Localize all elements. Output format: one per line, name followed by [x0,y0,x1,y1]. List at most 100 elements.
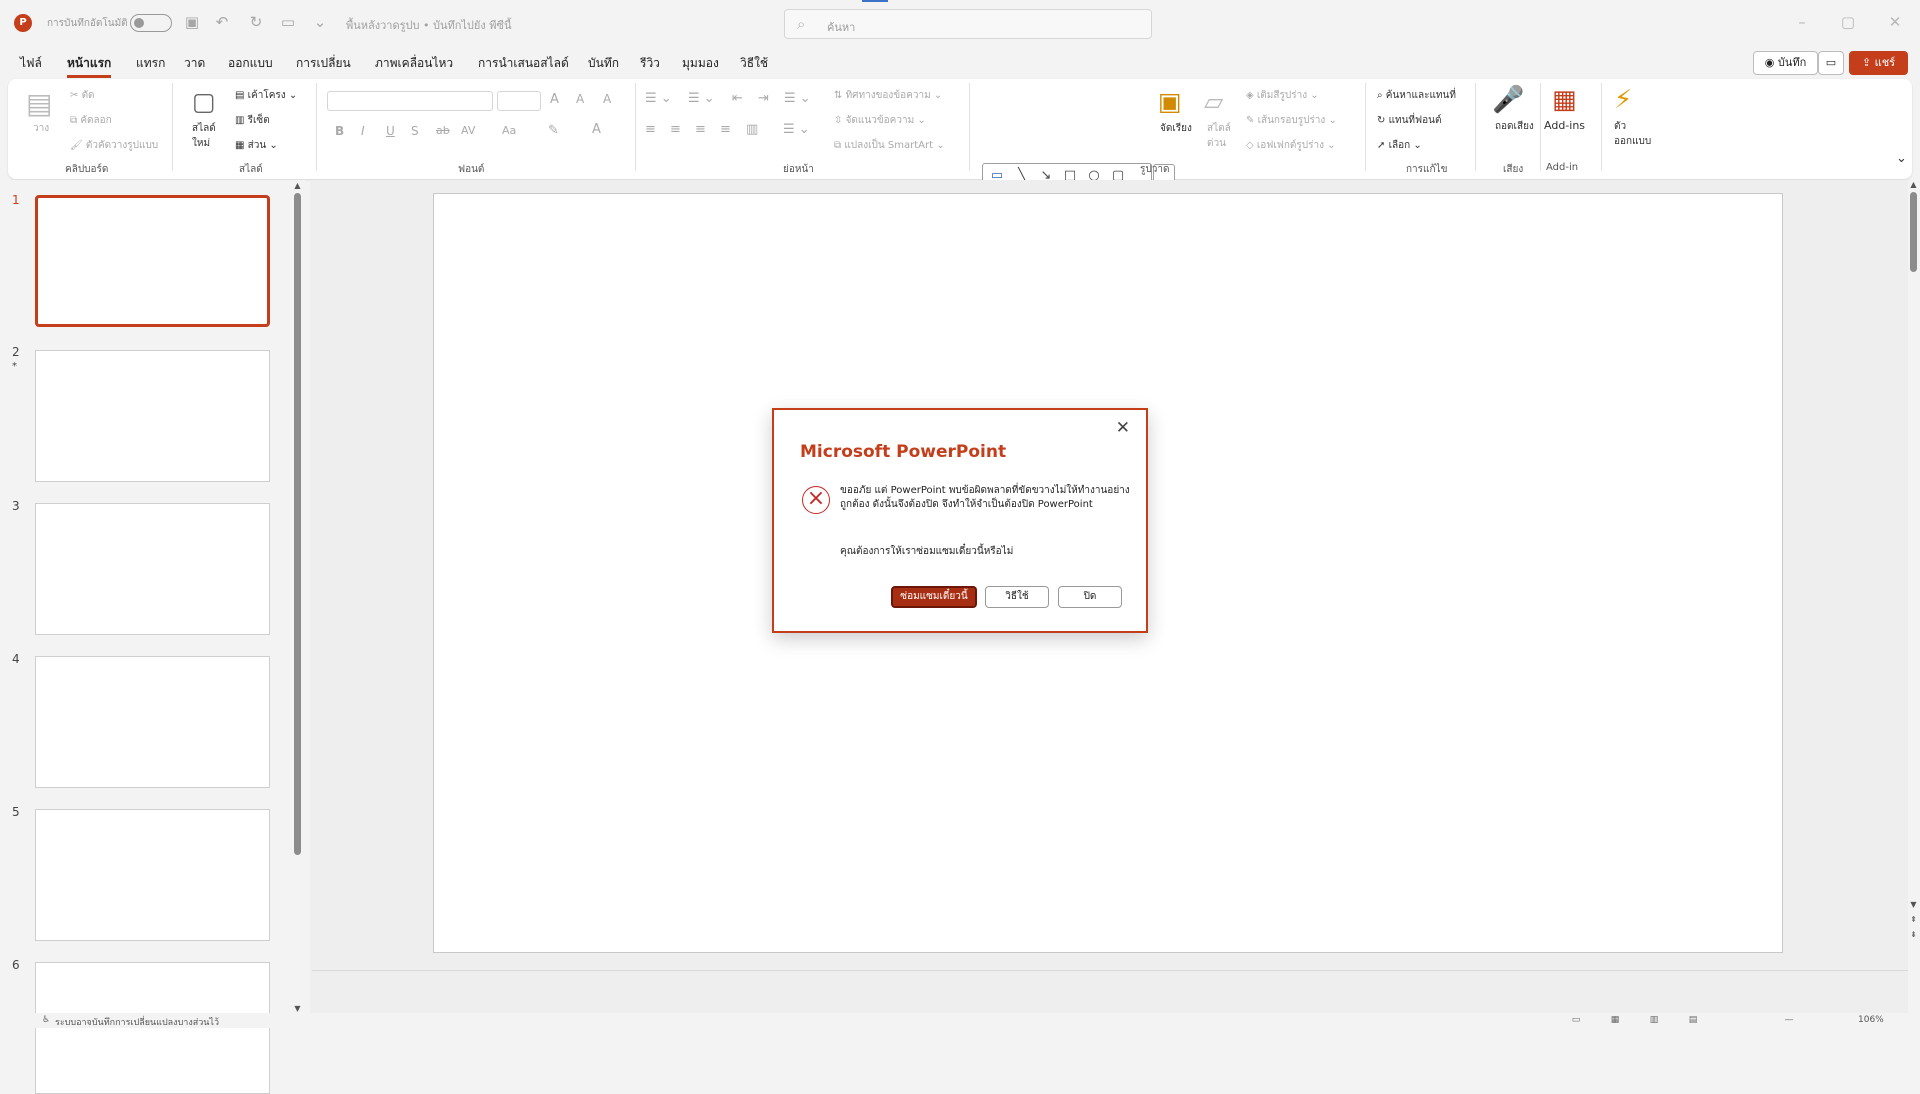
replace-fonts-button[interactable]: ↻ แทนที่ฟอนต์ [1377,113,1441,128]
scroll-up-icon[interactable]: ▲ [1909,180,1918,189]
slide-thumbnail[interactable] [35,350,270,482]
paragraph-more-icon[interactable]: ☰ ⌄ [783,122,810,137]
reading-view-icon[interactable]: ▥ [1643,1015,1665,1027]
new-slide-icon[interactable]: ▢ [192,87,224,119]
scroll-up-icon[interactable]: ▲ [293,181,302,190]
align-center-icon[interactable]: ≡ [670,122,681,137]
quick-styles-icon[interactable]: ▱ [1204,87,1236,119]
new-slide-button[interactable]: สไลด์ใหม่ [192,121,232,151]
minimize-icon[interactable]: – [1789,11,1815,33]
dialog-close-button[interactable]: ปิด [1058,586,1122,608]
undo-icon[interactable]: ↶ [212,12,232,32]
tab-file[interactable]: ไฟล์ [20,54,42,73]
autosave-toggle[interactable] [130,14,172,32]
tab-help[interactable]: วิธีใช้ [740,54,768,73]
restore-icon[interactable]: ▢ [1835,11,1861,33]
repair-now-button[interactable]: ซ่อมแซมเดี๋ยวนี้ [891,586,977,608]
accessibility-icon[interactable]: ♿ [40,1015,52,1027]
addins-button[interactable]: Add-ins [1544,119,1585,132]
notes-divider[interactable] [312,970,1908,971]
copy-button[interactable]: ⧉ คัดลอก [70,113,112,128]
justify-icon[interactable]: ≡ [720,122,731,137]
font-name-input[interactable] [327,91,493,111]
align-text-button[interactable]: ⇳ จัดแนวข้อความ ⌄ [834,113,926,128]
line-spacing-icon[interactable]: ☰ ⌄ [784,91,811,106]
tab-design[interactable]: ออกแบบ [228,54,273,73]
tab-transitions[interactable]: การเปลี่ยน [296,54,351,73]
grow-font-icon[interactable]: A [550,92,559,107]
close-icon[interactable]: ✕ [1116,418,1130,438]
section-button[interactable]: ▦ ส่วน ⌄ [235,138,278,153]
shadow-button[interactable]: S [411,124,419,138]
designer-button[interactable]: ตัวออกแบบ [1614,119,1652,149]
save-icon[interactable]: ▣ [182,12,202,32]
tab-record[interactable]: บันทึก [588,54,619,73]
cut-button[interactable]: ✂ ตัด [70,88,95,103]
next-slide-icon[interactable]: ⇟ [1909,930,1918,939]
customize-icon[interactable]: ⌄ [310,12,330,32]
find-replace-button[interactable]: ⌕ ค้นหาและแทนที่ [1377,88,1456,103]
comments-button[interactable]: ▭ [1818,51,1844,75]
select-button[interactable]: ➚ เลือก ⌄ [1377,138,1422,153]
designer-icon[interactable]: ⚡ [1614,85,1646,117]
tab-view[interactable]: มุมมอง [682,54,719,73]
tab-review[interactable]: รีวิว [640,54,660,73]
close-icon[interactable]: ✕ [1882,11,1908,33]
shrink-font-icon[interactable]: A [576,92,584,106]
redo-icon[interactable]: ↻ [246,12,266,32]
reset-button[interactable]: ▥ รีเซ็ต [235,113,270,128]
arrange-button[interactable]: จัดเรียง [1160,121,1192,136]
scrollbar-thumb[interactable] [294,193,301,855]
slide-thumbnail[interactable] [35,503,270,635]
present-icon[interactable]: ▭ [278,12,298,32]
previous-slide-icon[interactable]: ⇞ [1909,915,1918,924]
microphone-icon[interactable]: 🎤 [1492,85,1524,117]
tab-animations[interactable]: ภาพเคลื่อนไหว [375,54,453,73]
underline-button[interactable]: U [386,124,395,138]
editor-scrollbar[interactable]: ▲ ▼ ⇞ ⇟ [1908,180,1920,950]
decrease-indent-icon[interactable]: ⇤ [732,91,743,106]
bold-button[interactable]: B [335,124,344,138]
font-color-icon[interactable]: A [592,122,601,137]
scrollbar-thumb[interactable] [1910,192,1917,272]
clear-format-icon[interactable]: A [603,92,611,106]
slide-thumbnail[interactable] [35,809,270,941]
strikethrough-button[interactable]: ab [436,124,450,137]
dictate-button[interactable]: ถอดเสียง [1495,119,1534,134]
increase-indent-icon[interactable]: ⇥ [758,91,769,106]
tab-insert[interactable]: แทรก [136,54,165,73]
shape-outline-button[interactable]: ✎ เส้นกรอบรูปร่าง ⌄ [1246,113,1337,128]
text-direction-button[interactable]: ⇅ ทิศทางของข้อความ ⌄ [834,88,942,103]
ribbon-collapse-icon[interactable]: ⌄ [1896,151,1907,166]
search-input[interactable]: ⌕ ค้นหา [784,9,1152,39]
numbering-icon[interactable]: ☰ ⌄ [688,91,715,106]
italic-button[interactable]: I [361,124,365,138]
normal-view-icon[interactable]: ▭ [1565,1015,1587,1027]
tab-draw[interactable]: วาด [184,54,205,73]
font-size-input[interactable] [497,91,541,111]
slide-thumbnail[interactable] [35,656,270,788]
format-painter-button[interactable]: 🖌 ตัวคัดวางรูปแบบ [70,138,158,153]
share-button[interactable]: ⇪ แชร์ [1849,51,1908,75]
shape-fill-button[interactable]: ◈ เติมสีรูปร่าง ⌄ [1246,88,1319,103]
help-button[interactable]: วิธีใช้ [985,586,1049,608]
layout-button[interactable]: ▤ เค้าโครง ⌄ [235,88,297,103]
zoom-level[interactable]: 106% [1858,1015,1884,1025]
smartart-button[interactable]: ⧉ แปลงเป็น SmartArt ⌄ [834,138,945,153]
paste-icon[interactable]: ▤ [26,87,58,120]
record-button[interactable]: ◉ บันทึก [1753,51,1818,75]
highlight-color-icon[interactable]: ✎ [548,123,559,138]
scroll-down-icon[interactable]: ▼ [293,1004,302,1013]
thumbnails-scrollbar[interactable]: ▲ ▼ [293,181,302,1013]
slide-sorter-icon[interactable]: ▦ [1604,1015,1626,1027]
tab-slide-show[interactable]: การนำเสนอสไลด์ [478,54,569,73]
paste-button[interactable]: วาง [33,121,49,136]
arrange-icon[interactable]: ▣ [1158,87,1190,119]
quick-styles-button[interactable]: สไตล์ด่วน [1207,121,1235,151]
align-right-icon[interactable]: ≡ [695,122,706,137]
slide-thumbnail[interactable] [35,195,270,327]
columns-icon[interactable]: ▥ [746,122,758,137]
document-title[interactable]: พื้นหลังวาดรูปบ • บันทึกไปยัง พีซีนี้ [346,16,511,34]
change-case-button[interactable]: Aa [502,124,516,137]
align-left-icon[interactable]: ≡ [645,122,656,137]
